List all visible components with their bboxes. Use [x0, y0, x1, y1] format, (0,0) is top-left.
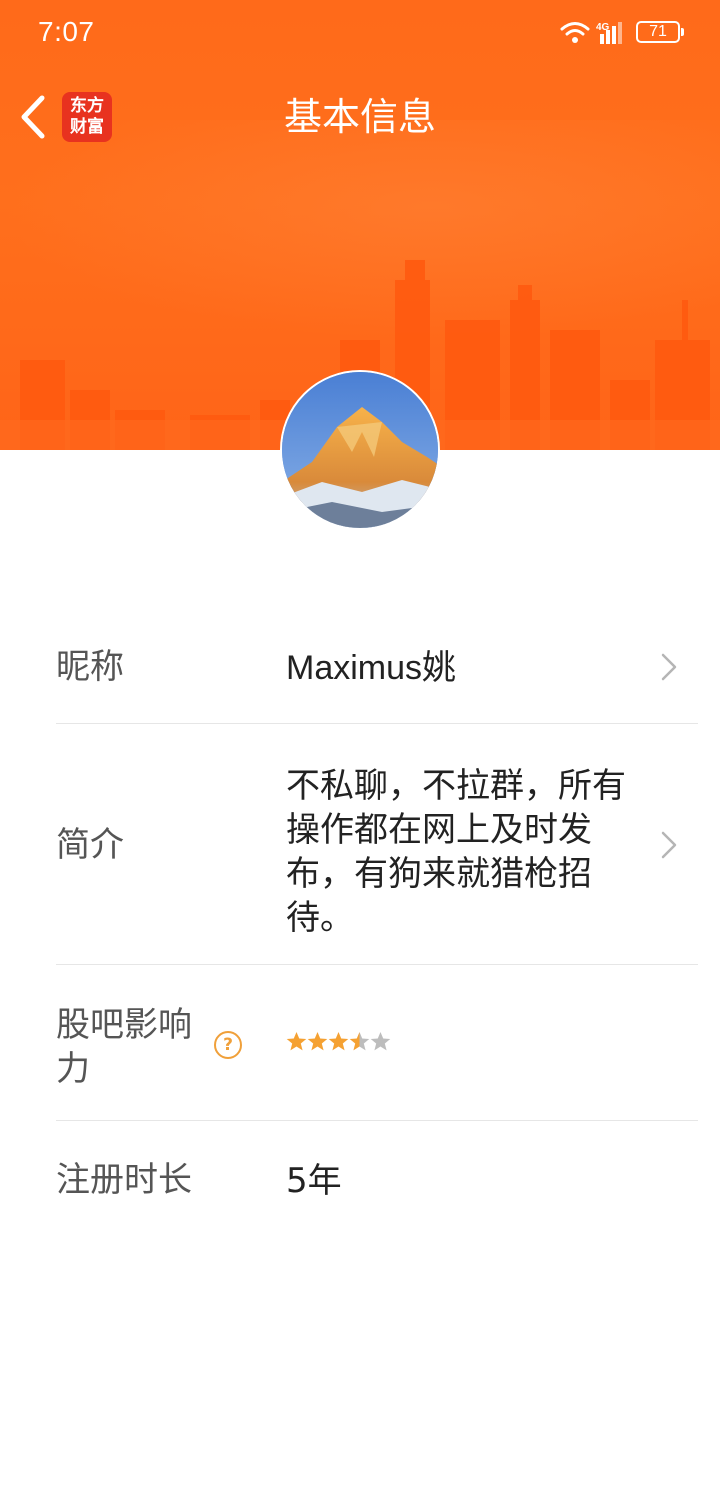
star-icon	[370, 1032, 391, 1051]
bio-label: 简介	[56, 825, 124, 865]
nickname-row[interactable]: 昵称 Maximus姚	[56, 610, 698, 724]
battery-indicator: 71	[636, 21, 684, 43]
status-icons: 4G 71	[560, 20, 684, 44]
registration-time-value: 5年	[286, 1161, 342, 1201]
star-icon	[286, 1032, 307, 1051]
chevron-right-icon[interactable]	[660, 830, 678, 860]
status-time: 7:07	[38, 16, 95, 47]
star-icon	[328, 1032, 349, 1051]
nickname-label: 昵称	[56, 647, 124, 687]
influence-star-rating	[286, 1031, 391, 1052]
page-title: 基本信息	[283, 95, 436, 139]
avatar[interactable]	[280, 370, 440, 530]
bio-row[interactable]: 简介 不私聊，不拉群，所有操作都在网上及时发布，有狗来就猎枪招待。	[56, 724, 698, 965]
star-icon	[349, 1032, 370, 1051]
wifi-icon	[560, 22, 590, 43]
star-icon	[307, 1032, 328, 1051]
help-question-icon[interactable]: ?	[214, 1031, 242, 1059]
mountain-avatar-image	[282, 372, 438, 528]
registration-time-label: 注册时长	[56, 1160, 192, 1200]
chevron-right-icon[interactable]	[660, 652, 678, 682]
status-bar: 7:07 4G 71	[0, 0, 720, 70]
registration-time-row: 注册时长 5年	[56, 1121, 698, 1237]
influence-label: 股吧影响力	[56, 1005, 192, 1089]
bio-value: 不私聊，不拉群，所有操作都在网上及时发布，有狗来就猎枪招待。	[286, 766, 626, 938]
cellular-signal-icon: 4G	[596, 22, 622, 44]
profile-info-list: 昵称 Maximus姚 简介 不私聊，不拉群，所有操作都在网上及时发布，有狗来就…	[56, 610, 698, 1237]
nickname-value: Maximus姚	[286, 649, 457, 687]
influence-row: 股吧影响力 ?	[56, 965, 698, 1121]
